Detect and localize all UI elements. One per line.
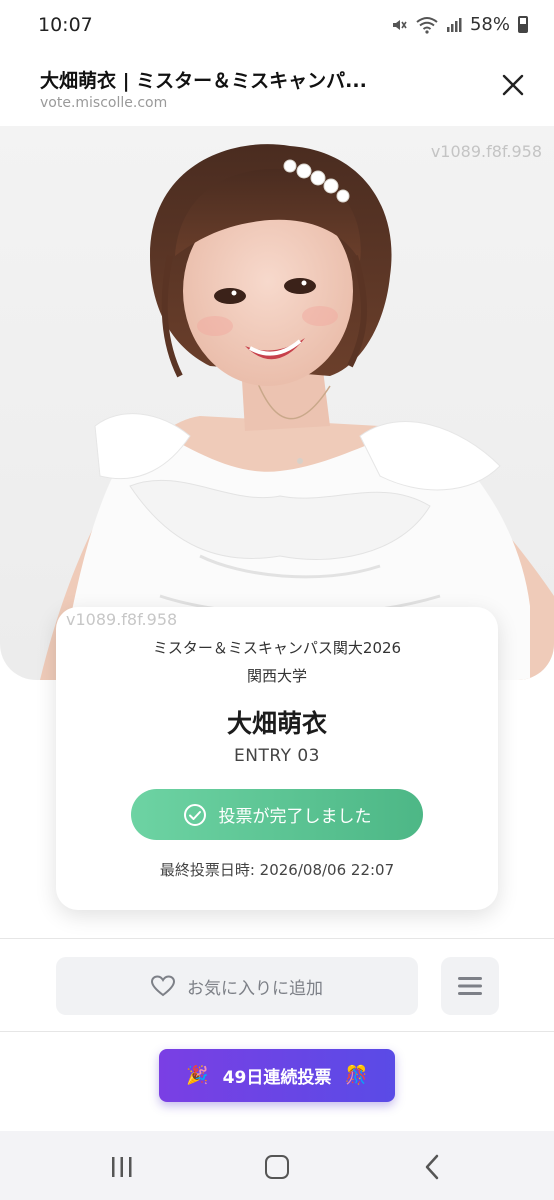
system-nav-bar [0, 1131, 554, 1200]
add-favorite-button[interactable]: お気に入りに追加 [56, 957, 418, 1015]
battery-percent: 58% [469, 14, 510, 35]
watermark-top: v1089.f8f.958 [430, 142, 542, 161]
party-popper-icon: 🎉 [186, 1065, 209, 1086]
portrait-image [40, 144, 554, 680]
home-icon[interactable] [265, 1155, 289, 1179]
add-favorite-label: お気に入りに追加 [187, 978, 323, 999]
status-time: 10:07 [38, 14, 93, 36]
signal-icon [446, 17, 462, 32]
page-title: 大畑萌衣 | ミスター＆ミスキャンパ... [40, 70, 367, 92]
divider-top [0, 938, 554, 939]
close-icon[interactable] [498, 70, 528, 100]
menu-button[interactable] [441, 957, 499, 1015]
divider-bottom [0, 1031, 554, 1032]
vote-complete-button[interactable]: 投票が完了しました [131, 789, 423, 840]
battery-icon [518, 16, 528, 33]
menu-icon [458, 977, 482, 995]
university-name: 関西大学 [246, 667, 307, 685]
mute-icon [392, 19, 407, 30]
contest-name: ミスター＆ミスキャンパス関大2026 [152, 639, 402, 657]
candidate-name: 大畑萌衣 [226, 709, 327, 738]
consecutive-vote-button[interactable]: 🎉 49日連続投票 🎊 [159, 1049, 395, 1102]
watermark-mid: v1089.f8f.958 [66, 610, 178, 629]
confetti-ball-icon: 🎊 [345, 1065, 368, 1086]
consecutive-vote-label: 49日連続投票 [222, 1068, 332, 1088]
page-url: vote.miscolle.com [40, 95, 168, 111]
candidate-photo: v1089.f8f.958 [0, 126, 554, 680]
vote-complete-label: 投票が完了しました [218, 807, 372, 827]
status-icons: 58% [390, 14, 528, 35]
recents-icon[interactable] [109, 1156, 135, 1178]
candidate-info-card: ミスター＆ミスキャンパス関大2026 関西大学 大畑萌衣 ENTRY 03 投票… [56, 607, 498, 910]
check-circle-icon [183, 803, 206, 826]
entry-number: ENTRY 03 [234, 746, 320, 766]
browser-header: 大畑萌衣 | ミスター＆ミスキャンパ... vote.miscolle.com [0, 48, 554, 126]
heart-icon [151, 975, 175, 997]
wifi-icon [416, 16, 438, 34]
last-vote-datetime: 最終投票日時: 2026/08/06 22:07 [159, 861, 395, 879]
back-icon[interactable] [424, 1154, 440, 1180]
status-bar: 10:07 58% [0, 0, 554, 48]
